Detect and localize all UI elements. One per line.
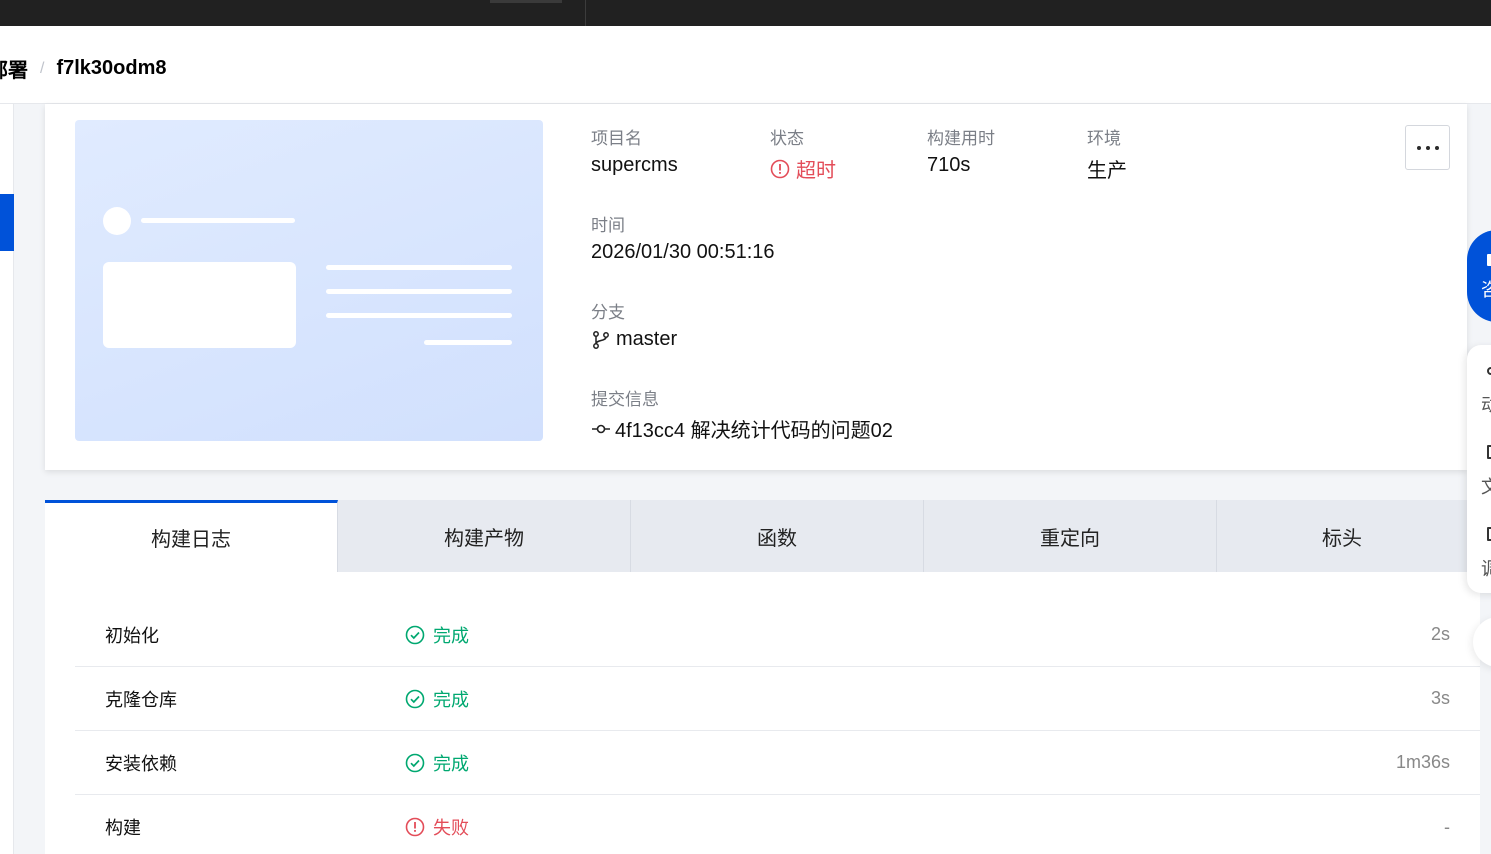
log-state-text: 完成 [433, 753, 469, 774]
preview-line-placeholder [326, 313, 512, 318]
tab-headers[interactable]: 标头 [1217, 500, 1467, 572]
log-state-text: 失败 [433, 818, 469, 838]
preview-line-placeholder [424, 340, 512, 345]
breadcrumb: 部署 / f7lk30odm8 [0, 54, 167, 83]
project-name-label: 项目名 [591, 129, 642, 148]
log-step-state: 完成 [405, 750, 469, 776]
sidebar [0, 104, 14, 854]
log-step-name: 安装依赖 [105, 753, 177, 774]
breadcrumb-current: f7lk30odm8 [56, 57, 167, 79]
log-row[interactable]: 安装依赖 完成 1m36s [75, 731, 1480, 795]
log-step-duration: - [1444, 816, 1450, 837]
more-actions-button[interactable] [1405, 125, 1450, 170]
project-name-value: supercms [591, 154, 678, 176]
preview-line-placeholder [141, 218, 295, 223]
breadcrumb-separator: / [40, 59, 45, 77]
check-circle-icon [405, 625, 425, 644]
branch-label: 分支 [591, 303, 625, 322]
tab-redirects[interactable]: 重定向 [924, 500, 1217, 572]
more-dot [1425, 145, 1430, 150]
log-row[interactable]: 克隆仓库 完成 3s [75, 667, 1480, 731]
error-circle-icon [770, 159, 790, 178]
consult-text: 咨 [1481, 280, 1491, 300]
float-item-survey[interactable]: 调 [1481, 555, 1491, 581]
doc-icon [1487, 445, 1491, 459]
status-label: 状态 [770, 129, 804, 148]
top-bar-tab[interactable] [490, 0, 562, 3]
page-header: 部署 / f7lk30odm8 [0, 26, 1491, 104]
log-step-name: 初始化 [105, 625, 159, 646]
log-step-duration: 3s [1430, 688, 1450, 708]
check-circle-icon [405, 689, 425, 708]
site-preview-thumbnail[interactable] [75, 120, 543, 441]
log-step-state: 完成 [405, 622, 469, 648]
deployment-info-card: 项目名 supercms 状态 超时 构建用时 710s 环境 生产 时间 20… [45, 104, 1467, 470]
commit-value[interactable]: 4f13cc4 解决统计代码的问题02 [591, 414, 893, 443]
branch-value[interactable]: master [591, 328, 677, 351]
breadcrumb-parent[interactable]: 部署 [0, 54, 28, 83]
log-step-name: 构建 [105, 818, 141, 838]
more-horizontal-icon [1416, 145, 1421, 150]
consult-float-button[interactable]: 咨 [1467, 230, 1491, 322]
tab-build-log[interactable]: 构建日志 [45, 500, 338, 572]
time-value: 2026/01/30 00:51:16 [591, 241, 775, 263]
error-circle-icon [405, 817, 425, 837]
environment-value: 生产 [1087, 160, 1127, 182]
float-item-dynamic[interactable]: 动 [1481, 391, 1491, 417]
commit-message: 4f13cc4 解决统计代码的问题02 [615, 420, 893, 442]
log-step-duration: 2s [1430, 624, 1450, 644]
log-state-text: 完成 [433, 625, 469, 646]
survey-icon [1487, 527, 1491, 541]
float-toolbar: 动 文 调 [1467, 345, 1491, 593]
log-step-name: 克隆仓库 [105, 689, 177, 710]
preview-line-placeholder [326, 265, 512, 270]
sidebar-active-item[interactable] [0, 194, 14, 251]
tab-functions[interactable]: 函数 [631, 500, 924, 572]
check-circle-icon [405, 753, 425, 772]
status-text: 超时 [796, 160, 836, 182]
time-label: 时间 [591, 216, 625, 235]
git-commit-icon [592, 424, 610, 433]
log-state-text: 完成 [433, 689, 469, 710]
log-row[interactable]: 构建 失败 - [75, 795, 1480, 854]
preview-line-placeholder [326, 289, 512, 294]
environment-label: 环境 [1087, 129, 1121, 148]
log-step-state: 失败 [405, 814, 469, 840]
deployment-tabs: 构建日志 构建产物 函数 重定向 标头 [45, 500, 1467, 572]
build-log-panel: 初始化 完成 2s 克隆仓库 完成 3s 安装依赖 完成 1m36s 构建 失败… [45, 572, 1480, 854]
log-row[interactable]: 初始化 完成 2s [75, 603, 1480, 667]
more-dot [1434, 145, 1439, 150]
preview-box-placeholder [103, 262, 296, 348]
git-branch-icon [593, 330, 609, 349]
build-duration-label: 构建用时 [927, 129, 995, 148]
status-value: 超时 [770, 154, 836, 183]
dynamic-icon [1487, 367, 1491, 375]
float-item-docs[interactable]: 文 [1481, 473, 1491, 499]
chat-icon [1487, 254, 1491, 266]
app-top-bar [0, 0, 1491, 26]
preview-avatar-placeholder [103, 207, 131, 235]
build-duration-value: 710s [927, 154, 971, 176]
branch-name: master [616, 328, 678, 350]
tab-build-artifacts[interactable]: 构建产物 [338, 500, 631, 572]
commit-label: 提交信息 [591, 390, 659, 409]
top-bar-divider [585, 0, 586, 26]
log-step-state: 完成 [405, 686, 469, 712]
log-step-duration: 1m36s [1395, 752, 1450, 772]
